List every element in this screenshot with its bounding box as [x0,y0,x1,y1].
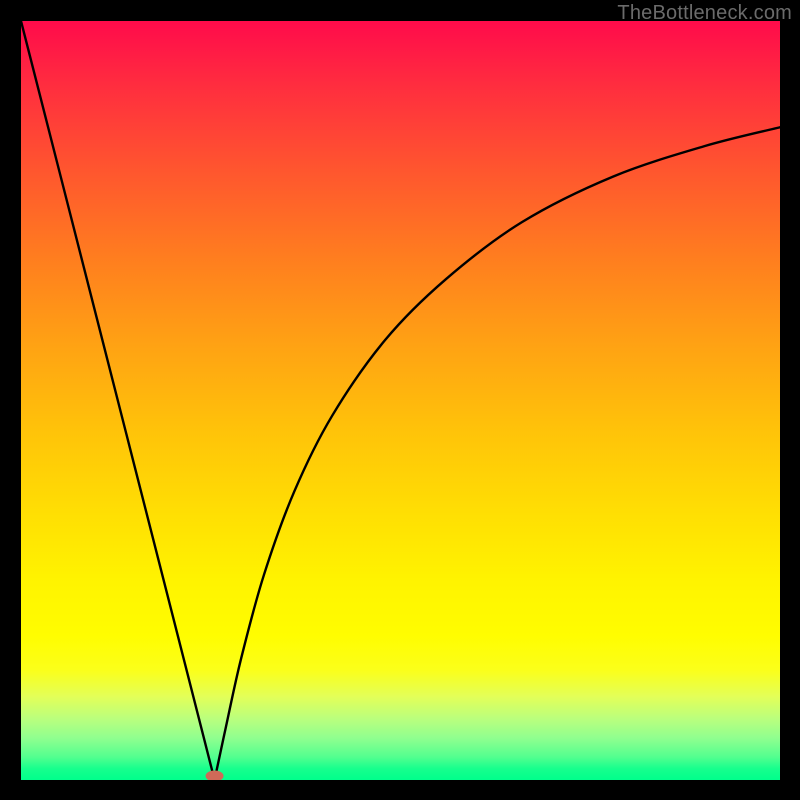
minimum-marker [206,771,224,781]
watermark-text: TheBottleneck.com [617,2,792,25]
curve-left-branch [21,21,215,780]
curve-right-branch [215,127,780,780]
chart-svg [21,21,780,780]
